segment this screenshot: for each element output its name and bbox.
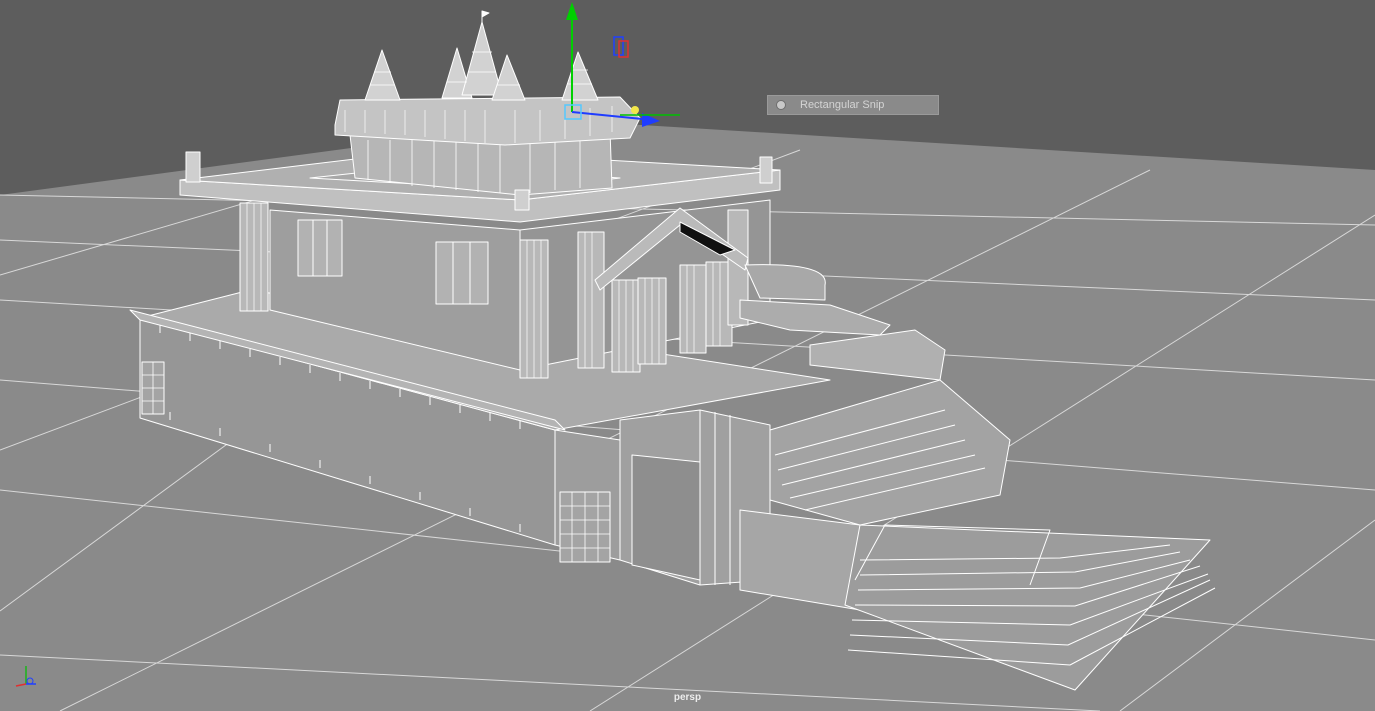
crown-slab[interactable] xyxy=(334,96,641,146)
rectangular-snip-tooltip[interactable]: Rectangular Snip xyxy=(767,95,939,115)
viewport-scene[interactable] xyxy=(0,0,1375,711)
axis-triad-icon xyxy=(15,666,36,687)
snip-label: Rectangular Snip xyxy=(800,99,885,111)
pivot-handle[interactable] xyxy=(631,106,639,114)
camera-name-label: persp xyxy=(673,692,702,703)
maya-persp-viewport[interactable]: Rectangular Snip persp xyxy=(0,0,1375,711)
snip-icon xyxy=(776,100,786,110)
gateway-opening xyxy=(631,454,701,581)
